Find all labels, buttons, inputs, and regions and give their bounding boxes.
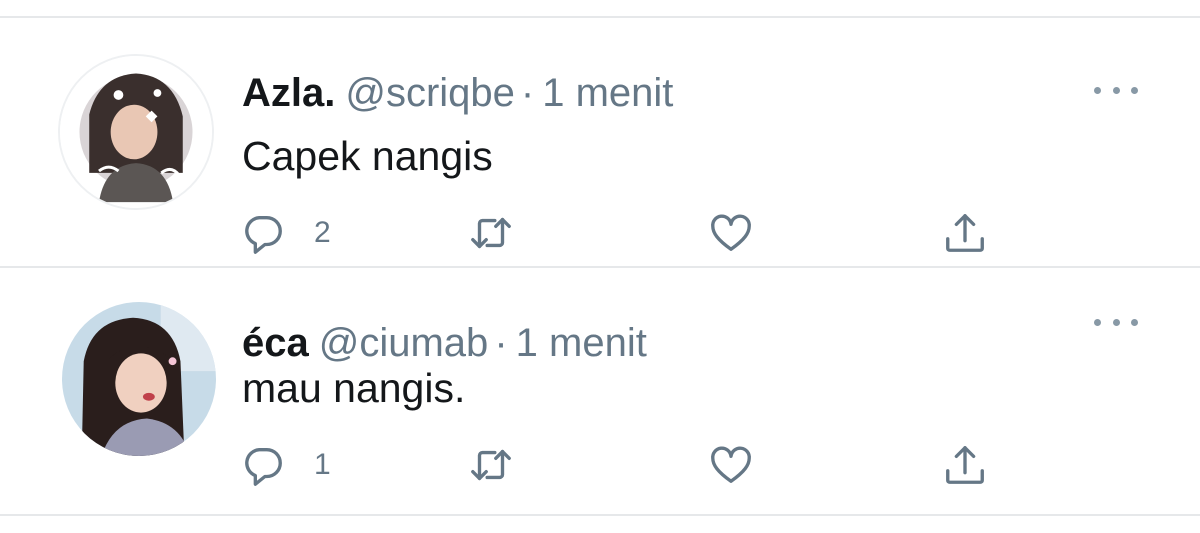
timestamp[interactable]: 1 menit <box>516 321 647 365</box>
timestamp[interactable]: 1 menit <box>542 71 673 115</box>
avatar[interactable] <box>62 302 216 456</box>
reply-count: 1 <box>314 448 331 481</box>
tweet-text: Capek nangis <box>242 133 493 179</box>
retweet-icon <box>471 449 511 481</box>
user-handle[interactable]: @ciumab <box>319 321 489 365</box>
display-name[interactable]: éca <box>242 321 309 365</box>
more-icon <box>1112 86 1120 94</box>
like-button[interactable] <box>708 440 754 490</box>
more-options-button[interactable] <box>1094 78 1138 102</box>
heart-icon <box>711 446 751 483</box>
share-icon <box>946 446 984 484</box>
retweet-icon <box>471 217 511 249</box>
heart-icon <box>711 214 751 251</box>
separator-dot: · <box>520 71 535 115</box>
like-button[interactable] <box>708 208 754 258</box>
tweet-actions: 1 <box>240 440 1040 490</box>
more-options-button[interactable] <box>1094 310 1138 334</box>
more-icon <box>1094 86 1101 94</box>
share-button[interactable] <box>942 440 988 490</box>
more-icon <box>1094 318 1101 326</box>
reply-icon <box>245 447 282 486</box>
reply-icon <box>245 215 282 254</box>
separator-dot: · <box>494 321 508 365</box>
user-handle[interactable]: @scriqbe <box>345 71 515 115</box>
share-button[interactable] <box>942 208 988 258</box>
share-icon <box>946 214 984 252</box>
avatar-photo <box>60 56 212 208</box>
tweet-text: mau nangis. <box>242 365 466 411</box>
more-icon <box>1112 318 1120 326</box>
reply-button[interactable]: 2 <box>240 208 331 258</box>
avatar[interactable] <box>58 54 214 210</box>
more-icon <box>1131 318 1138 326</box>
reply-button[interactable]: 1 <box>240 440 331 490</box>
reply-count: 2 <box>314 216 331 249</box>
tweet-actions: 2 <box>240 208 1040 258</box>
tweet[interactable]: éca @ciumab · 1 menit mau nangis. 1 <box>0 268 1200 516</box>
avatar-photo <box>62 302 216 456</box>
bottom-divider <box>0 514 1200 516</box>
retweet-button[interactable] <box>468 208 514 258</box>
tweet-header: Azla. @scriqbe · 1 menit <box>242 70 673 116</box>
tweet-header: éca @ciumab · 1 menit <box>242 320 647 366</box>
more-icon <box>1131 86 1138 94</box>
tweet[interactable]: Azla. @scriqbe · 1 menit Capek nangis 2 <box>0 18 1200 266</box>
retweet-button[interactable] <box>468 440 514 490</box>
display-name[interactable]: Azla. <box>242 71 335 115</box>
